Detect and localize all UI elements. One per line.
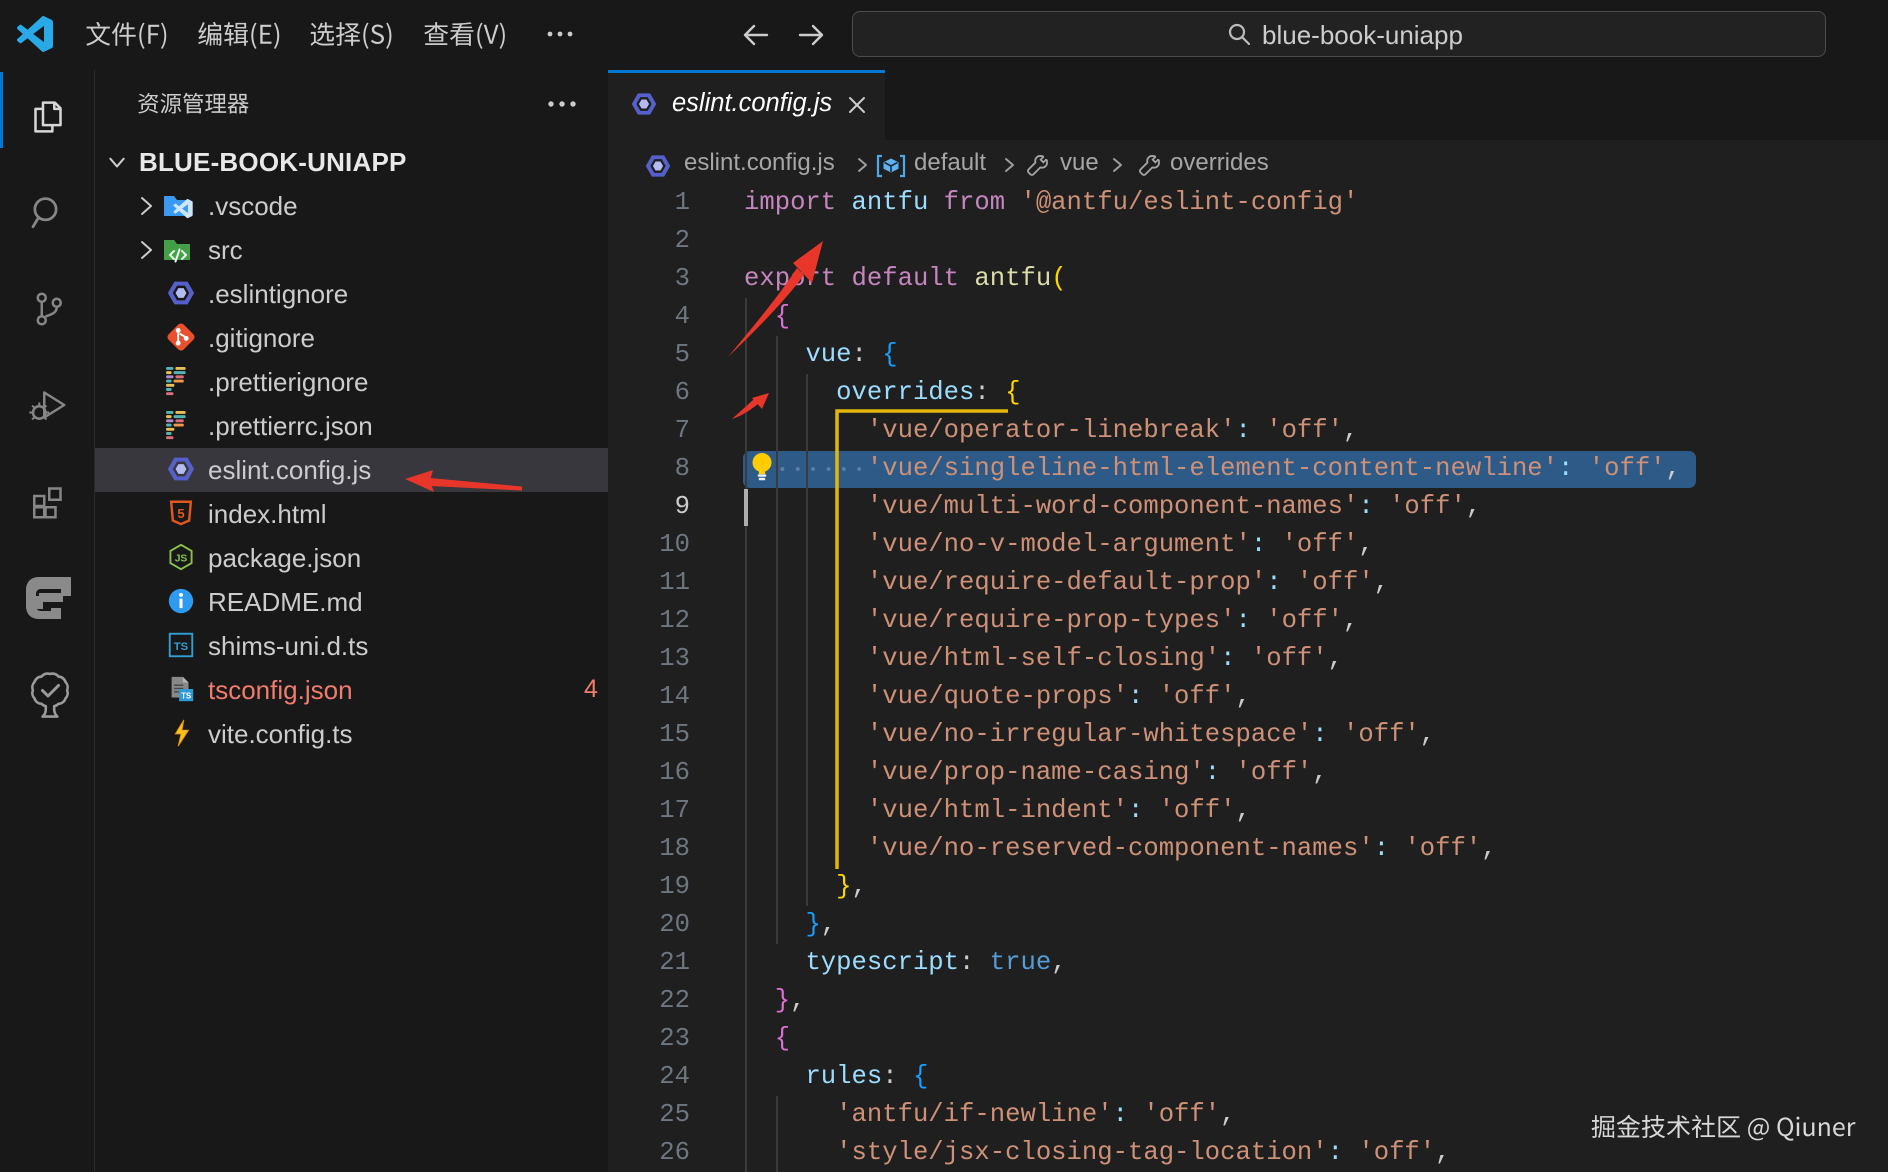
svg-text:5: 5 <box>177 506 184 521</box>
svg-text:TS: TS <box>181 691 191 700</box>
svg-text:JS: JS <box>175 554 188 565</box>
svg-text:TS: TS <box>174 641 189 653</box>
